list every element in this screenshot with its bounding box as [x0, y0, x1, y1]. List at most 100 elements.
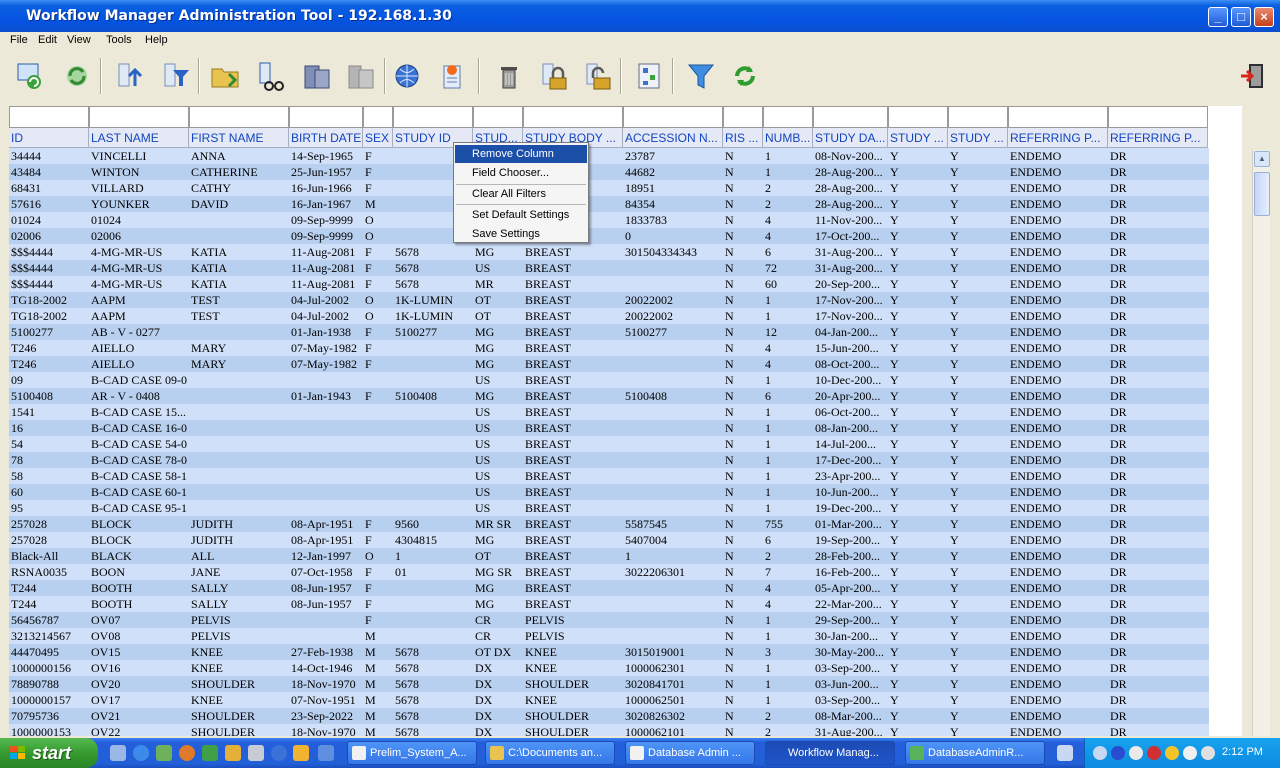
menu-help[interactable]: Help — [145, 34, 168, 46]
tray-expand-icon[interactable] — [1093, 746, 1107, 760]
table-row[interactable]: 58 B-CAD CASE 58-1 US BREAST N 1 23-Apr-200...… — [9, 468, 1209, 484]
quicklaunch-app3-icon[interactable] — [248, 745, 264, 761]
filter-input[interactable] — [363, 106, 393, 128]
filter-input[interactable] — [948, 106, 1008, 128]
table-row[interactable]: 95 B-CAD CASE 95-1 US BREAST N 1 19-Dec-200...… — [9, 500, 1209, 516]
menu-item-clear-all-filters[interactable]: Clear All Filters — [455, 185, 587, 203]
column-header[interactable]: ACCESSION N... — [623, 128, 723, 148]
table-row[interactable]: 54 B-CAD CASE 54-0 US BREAST N 1 14-Jul-200...… — [9, 436, 1209, 452]
tray-network-icon[interactable] — [1183, 746, 1197, 760]
table-row[interactable]: $$$4444 4-MG-MR-US KATIA 11-Aug-2081 F 5678 MR… — [9, 276, 1209, 292]
table-row[interactable]: 1000000156 OV16 KNEE 14-Oct-1946 M 5678 DX KNEE… — [9, 660, 1209, 676]
column-header[interactable]: REFERRING P... — [1008, 128, 1108, 148]
table-row[interactable]: 34444VINCELLIANNA14-Sep-1965FCH...23787N… — [9, 148, 1209, 164]
menu-item-save-settings[interactable]: Save Settings — [455, 225, 587, 243]
filter-input[interactable] — [393, 106, 473, 128]
column-header[interactable]: STUDY ... — [948, 128, 1008, 148]
table-row[interactable]: 70795736 OV21 SHOULDER 23-Sep-2022 M 5678 DX SH… — [9, 708, 1209, 724]
open-folder-icon[interactable] — [208, 58, 242, 94]
column-header[interactable]: BIRTH DATE — [289, 128, 363, 148]
table-row[interactable]: 5100408 AR - V - 0408 01-Jan-1943 F 5100408 M… — [9, 388, 1209, 404]
reload-icon[interactable] — [728, 58, 762, 94]
table-row[interactable]: T244 BOOTH SALLY 08-Jun-1957 F MG BREAST N 4 22-M… — [9, 596, 1209, 612]
scroll-thumb[interactable] — [1254, 172, 1270, 216]
table-row[interactable]: T244 BOOTH SALLY 08-Jun-1957 F MG BREAST N 4 05-A… — [9, 580, 1209, 596]
quicklaunch-app4-icon[interactable] — [293, 745, 309, 761]
filter-input[interactable] — [89, 106, 189, 128]
filter-input[interactable] — [888, 106, 948, 128]
table-row[interactable]: 56456787 OV07 PELVIS F CR PELVIS N 1 29-Sep-200.… — [9, 612, 1209, 628]
quicklaunch-expand-icon[interactable] — [318, 745, 334, 761]
language-icon[interactable] — [1057, 745, 1073, 761]
table-row[interactable]: 43484 WINTON CATHERINE 25-Jun-1957 F 44682 N 1 2… — [9, 164, 1209, 180]
tray-alert-icon[interactable] — [1165, 746, 1179, 760]
menu-item-field-chooser[interactable]: Field Chooser... — [455, 164, 587, 182]
table-row[interactable]: 3213214567 OV08 PELVIS M CR PELVIS N 1 30-Jan-20… — [9, 628, 1209, 644]
query-icon[interactable] — [13, 58, 47, 94]
filter-input[interactable] — [723, 106, 763, 128]
menu-tools[interactable]: Tools — [106, 34, 132, 46]
table-row[interactable]: 60 B-CAD CASE 60-1 US BREAST N 1 10-Jun-200...… — [9, 484, 1209, 500]
filter-input[interactable] — [289, 106, 363, 128]
settings-icon[interactable] — [632, 58, 666, 94]
tray-bluetooth-icon[interactable] — [1111, 746, 1125, 760]
table-row[interactable]: 1541 B-CAD CASE 15... US BREAST N 1 06-Oct-200… — [9, 404, 1209, 420]
table-row[interactable]: 68431 VILLARD CATHY 16-Jun-1966 F 18951 N 2 28-A… — [9, 180, 1209, 196]
quicklaunch-tool-icon[interactable] — [202, 745, 218, 761]
close-button[interactable]: × — [1254, 7, 1274, 27]
disabled-server-icon[interactable] — [344, 58, 378, 94]
tray-security-icon[interactable] — [1147, 746, 1161, 760]
table-row[interactable]: T246 AIELLO MARY 07-May-1982 F MG BREAST N 4 15-J… — [9, 340, 1209, 356]
table-row[interactable]: Black-All BLACK ALL 12-Jan-1997 O 1 OT BREAST 1 N… — [9, 548, 1209, 564]
table-row[interactable]: 5100277 AB - V - 0277 01-Jan-1938 F 5100277 M… — [9, 324, 1209, 340]
filter-input[interactable] — [9, 106, 89, 128]
table-row[interactable]: TG18-2002 AAPM TEST 04-Jul-2002 O 1K-LUMIN OT B… — [9, 308, 1209, 324]
minimize-button[interactable]: _ — [1208, 7, 1228, 27]
column-header[interactable]: STUDY ... — [888, 128, 948, 148]
table-row[interactable]: 78890788 OV20 SHOULDER 18-Nov-1970 M 5678 DX SH… — [9, 676, 1209, 692]
table-row[interactable]: 78 B-CAD CASE 78-0 US BREAST N 1 17-Dec-200...… — [9, 452, 1209, 468]
quicklaunch-media-icon[interactable] — [271, 745, 287, 761]
scroll-up-button[interactable]: ▲ — [1254, 151, 1270, 167]
column-header[interactable]: STUDY DA... — [813, 128, 888, 148]
table-row[interactable]: 257028 BLOCK JUDITH 08-Apr-1951 F 4304815 MG BR… — [9, 532, 1209, 548]
filter-input[interactable] — [473, 106, 523, 128]
maximize-button[interactable]: □ — [1231, 7, 1251, 27]
unlock-icon[interactable] — [580, 58, 614, 94]
filter-input[interactable] — [1108, 106, 1208, 128]
filter-input[interactable] — [763, 106, 813, 128]
quicklaunch-app2-icon[interactable] — [225, 745, 241, 761]
table-row[interactable]: 09 B-CAD CASE 09-0 US BREAST N 1 10-Dec-200...… — [9, 372, 1209, 388]
quicklaunch-app-icon[interactable] — [156, 745, 172, 761]
task-prelim-system[interactable]: Prelim_System_A... — [347, 741, 477, 765]
table-row[interactable]: 02006 02006 09-Sep-9999 O 0 N 4 17-Oct-200... Y Y… — [9, 228, 1209, 244]
table-row[interactable]: $$$4444 4-MG-MR-US KATIA 11-Aug-2081 F 5678 US… — [9, 260, 1209, 276]
table-row[interactable]: 1000000153 OV22 SHOULDER 18-Nov-1970 M 5678 DX… — [9, 724, 1209, 736]
start-button[interactable]: start — [0, 738, 98, 768]
menu-view[interactable]: View — [67, 34, 91, 46]
vertical-scrollbar[interactable]: ▲ — [1252, 150, 1270, 736]
filter-input[interactable] — [523, 106, 623, 128]
menu-item-remove-column[interactable]: Remove Column — [455, 145, 587, 163]
column-header[interactable]: FIRST NAME — [189, 128, 289, 148]
task-database-admin-r[interactable]: DatabaseAdminR... — [905, 741, 1045, 765]
quicklaunch-firefox-icon[interactable] — [179, 745, 195, 761]
filter-input[interactable] — [1008, 106, 1108, 128]
filter-input[interactable] — [623, 106, 723, 128]
quicklaunch-desktop-icon[interactable] — [110, 745, 126, 761]
tray-app-icon[interactable] — [1129, 746, 1143, 760]
delete-icon[interactable] — [492, 58, 526, 94]
table-row[interactable]: 257028 BLOCK JUDITH 08-Apr-1951 F 9560 MR SR BR… — [9, 516, 1209, 532]
studies-grid[interactable]: ID LAST NAME FIRST NAME BIRTH DATE SEX STUDY … — [9, 106, 1242, 736]
column-header[interactable]: LAST NAME — [89, 128, 189, 148]
globe-icon[interactable] — [390, 58, 424, 94]
server-icon[interactable] — [300, 58, 334, 94]
table-row[interactable]: 44470495 OV15 KNEE 27-Feb-1938 M 5678 OT DX KNE… — [9, 644, 1209, 660]
table-row[interactable]: T246 AIELLO MARY 07-May-1982 F MG BREAST N 4 08-O… — [9, 356, 1209, 372]
table-row[interactable]: TG18-2002 AAPM TEST 04-Jul-2002 O 1K-LUMIN OT B… — [9, 292, 1209, 308]
table-row[interactable]: 1000000157 OV17 KNEE 07-Nov-1951 M 5678 DX KNEE… — [9, 692, 1209, 708]
task-documents-folder[interactable]: C:\Documents an... — [485, 741, 615, 765]
task-database-admin[interactable]: Database Admin ... — [625, 741, 755, 765]
viewer-icon[interactable] — [254, 58, 288, 94]
table-row[interactable]: 01024 01024 09-Sep-9999 O 1833783 N 4 11-Nov-20… — [9, 212, 1209, 228]
